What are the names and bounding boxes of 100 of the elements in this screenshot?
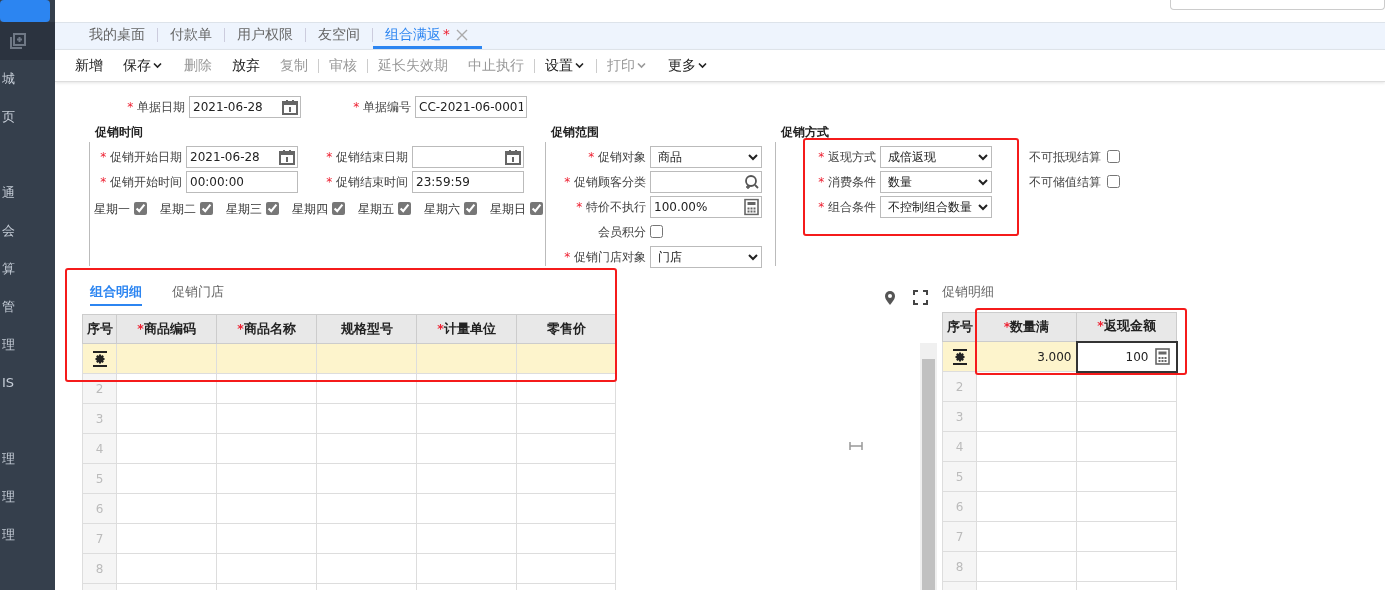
tab[interactable]: 组合明细 — [90, 281, 142, 306]
input-field[interactable]: 23:59:59 — [412, 170, 524, 193]
input-field[interactable]: 100 — [1076, 341, 1177, 372]
row-number: 3 — [942, 401, 977, 432]
sidebar-item[interactable]: 通 — [0, 174, 55, 212]
sidebar-item[interactable]: 页 — [0, 98, 55, 136]
field-label: * 促销结束时间 — [325, 173, 409, 191]
checkbox[interactable] — [332, 202, 345, 215]
input-field[interactable]: 2021-06-28 — [186, 145, 298, 168]
column-header: *商品名称 — [216, 314, 317, 344]
checkbox-label: 星期六 — [424, 200, 460, 218]
checkbox[interactable] — [650, 225, 663, 238]
sidebar-item[interactable]: 理 — [0, 516, 55, 554]
table-cell[interactable]: 3.000 — [976, 341, 1077, 372]
dropdown-button[interactable]: 设置 — [535, 55, 596, 76]
caret-icon — [698, 62, 707, 69]
location-pin-icon[interactable] — [883, 290, 897, 306]
gear-icon[interactable] — [91, 349, 108, 368]
sidebar-item[interactable]: 管 — [0, 288, 55, 326]
input-field[interactable]: 00:00:00 — [186, 170, 298, 193]
checkbox-label: 不可抵现结算 — [1029, 148, 1102, 166]
sidebar-item[interactable]: 会 — [0, 212, 55, 250]
sidebar-item[interactable]: 算 — [0, 250, 55, 288]
toolbar-button[interactable]: 新增 — [65, 55, 113, 76]
toolbar-button[interactable]: 放弃 — [222, 55, 270, 76]
row-number: 5 — [942, 461, 977, 492]
field-label: * 组合条件 — [817, 198, 877, 216]
column-header: 序号 — [82, 314, 117, 344]
select-field[interactable]: 数量 — [880, 170, 992, 193]
input-field[interactable]: 2021-06-28 — [189, 95, 301, 118]
add-icon[interactable] — [8, 32, 26, 50]
checkbox-label: 星期一 — [94, 200, 130, 218]
field-label: * 单据编号 — [352, 98, 412, 116]
dropdown-button[interactable]: 保存 — [113, 55, 174, 76]
search-field[interactable] — [1170, 0, 1385, 10]
row-number: 6 — [942, 491, 977, 522]
row-number: 6 — [82, 493, 117, 524]
checkbox[interactable] — [1107, 150, 1120, 163]
calculator-icon[interactable] — [744, 198, 759, 215]
tab[interactable]: 我的桌面 — [77, 23, 157, 49]
column-header: 零售价 — [516, 314, 616, 344]
tab[interactable]: 付款单 — [158, 23, 224, 49]
checkbox[interactable] — [200, 202, 213, 215]
row-number: 5 — [82, 463, 117, 494]
dropdown-button[interactable]: 更多 — [658, 55, 719, 76]
caret-icon — [575, 62, 584, 69]
select-field[interactable]: 商品 — [650, 145, 762, 168]
row-number: 3 — [82, 403, 117, 434]
field-label: * 促销门店对象 — [563, 248, 647, 266]
field-label: 会员积分 — [597, 223, 647, 241]
checkbox[interactable] — [134, 202, 147, 215]
row-number: 4 — [82, 433, 117, 464]
field-label: * 返现方式 — [817, 148, 877, 166]
calendar-icon[interactable] — [505, 148, 521, 165]
column-header: *返现金额 — [1076, 312, 1177, 342]
resize-handle-icon[interactable] — [848, 440, 864, 452]
tab[interactable]: 友空间 — [306, 23, 372, 49]
tab[interactable]: 组合满返* — [373, 23, 482, 49]
input-field[interactable]: 100.00% — [650, 195, 762, 218]
checkbox-label: 星期二 — [160, 200, 196, 218]
sidebar-item[interactable]: 理 — [0, 326, 55, 364]
tab[interactable]: 促销门店 — [172, 281, 224, 306]
fullscreen-icon[interactable] — [913, 290, 928, 305]
scrollbar[interactable] — [920, 343, 937, 590]
modified-mark: * — [443, 25, 450, 45]
checkbox[interactable] — [1107, 175, 1120, 188]
checkbox-label: 星期三 — [226, 200, 262, 218]
tab[interactable]: 用户权限 — [225, 23, 305, 49]
select-field[interactable]: 门店 — [650, 245, 762, 268]
checkbox-label: 星期五 — [358, 200, 394, 218]
caret-icon — [637, 62, 646, 69]
input-field[interactable] — [650, 170, 762, 193]
sidebar-item[interactable]: 理 — [0, 440, 55, 478]
section-title: 促销时间 — [93, 124, 144, 141]
input-field[interactable] — [412, 145, 524, 168]
column-header: *商品编码 — [116, 314, 217, 344]
row-number: 7 — [942, 521, 977, 552]
field-label: * 促销开始时间 — [99, 173, 183, 191]
section-title: 促销范围 — [549, 124, 600, 141]
calculator-icon[interactable] — [1154, 348, 1170, 365]
section-title: 促销方式 — [779, 124, 830, 141]
checkbox[interactable] — [464, 202, 477, 215]
checkbox[interactable] — [530, 202, 543, 215]
calendar-icon[interactable] — [282, 98, 298, 115]
checkbox[interactable] — [398, 202, 411, 215]
checkbox[interactable] — [266, 202, 279, 215]
calendar-icon[interactable] — [279, 148, 295, 165]
sidebar-item[interactable]: 城 — [0, 60, 55, 98]
checkbox-label: 星期四 — [292, 200, 328, 218]
field-label: * 单据日期 — [126, 98, 186, 116]
field-label: * 促销对象 — [587, 148, 647, 166]
select-field[interactable]: 不控制组合数量 — [880, 195, 992, 218]
row-number: 8 — [82, 553, 117, 584]
column-header: *计量单位 — [416, 314, 517, 344]
gear-icon[interactable] — [951, 347, 968, 366]
column-header: 序号 — [942, 312, 977, 342]
select-field[interactable]: 成倍返现 — [880, 145, 992, 168]
search-icon[interactable] — [743, 173, 759, 190]
sidebar-item[interactable]: 理 — [0, 478, 55, 516]
sidebar-item[interactable]: IS — [0, 364, 55, 402]
